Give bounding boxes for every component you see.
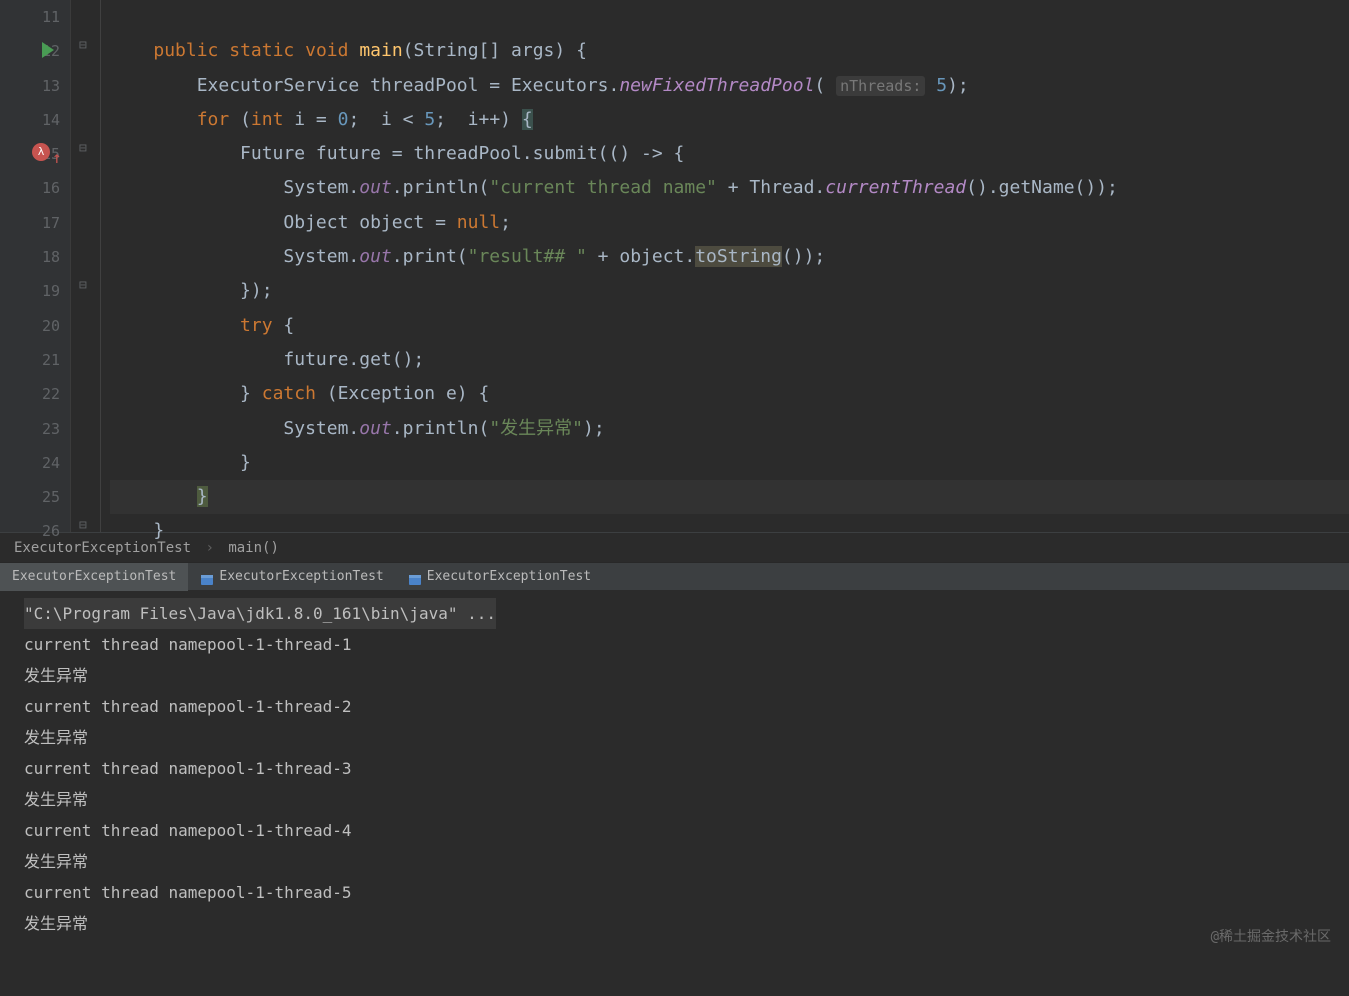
console-line[interactable]: current thread namepool-1-thread-3: [24, 753, 1335, 784]
application-icon: [200, 570, 214, 584]
code-line[interactable]: [110, 0, 1349, 34]
code-line[interactable]: System.out.println("发生异常");: [110, 412, 1349, 446]
code-line[interactable]: }: [110, 446, 1349, 480]
line-number[interactable]: 11: [0, 0, 60, 34]
console-line[interactable]: "C:\Program Files\Java\jdk1.8.0_161\bin\…: [24, 598, 496, 629]
fold-toggle-icon[interactable]: ⊟: [79, 141, 87, 156]
line-number[interactable]: 19: [0, 274, 60, 308]
run-tool-tabs: ExecutorExceptionTest ExecutorExceptionT…: [0, 562, 1349, 590]
line-number[interactable]: 17: [0, 206, 60, 240]
console-line[interactable]: current thread namepool-1-thread-5: [24, 877, 1335, 908]
run-icon[interactable]: [42, 42, 54, 58]
application-icon: [408, 570, 422, 584]
line-number[interactable]: 15λ↑: [0, 137, 60, 171]
fold-toggle-icon[interactable]: ⊟: [79, 518, 87, 533]
code-editor[interactable]: 11 12 13 14 15λ↑ 16 17 18 19 20 21 22 23…: [0, 0, 1349, 532]
code-line[interactable]: }: [110, 514, 1349, 548]
arrow-up-icon: ↑: [52, 141, 62, 175]
run-config-tab[interactable]: ExecutorExceptionTest: [188, 563, 395, 591]
console-line[interactable]: 发生异常: [24, 722, 1335, 753]
console-line[interactable]: current thread namepool-1-thread-2: [24, 691, 1335, 722]
line-number[interactable]: 14: [0, 103, 60, 137]
line-number[interactable]: 21: [0, 343, 60, 377]
run-config-tab[interactable]: ExecutorExceptionTest: [0, 563, 188, 591]
console-line[interactable]: current thread namepool-1-thread-1: [24, 629, 1335, 660]
run-config-tab[interactable]: ExecutorExceptionTest: [396, 563, 603, 591]
code-line[interactable]: for (int i = 0; i < 5; i++) {: [110, 103, 1349, 137]
line-gutter[interactable]: 11 12 13 14 15λ↑ 16 17 18 19 20 21 22 23…: [0, 0, 70, 532]
line-number[interactable]: 23: [0, 412, 60, 446]
console-output[interactable]: "C:\Program Files\Java\jdk1.8.0_161\bin\…: [0, 590, 1349, 996]
code-line[interactable]: System.out.print("result## " + object.to…: [110, 240, 1349, 274]
console-line[interactable]: 发生异常: [24, 660, 1335, 691]
code-line[interactable]: public static void main(String[] args) {: [110, 34, 1349, 68]
fold-toggle-icon[interactable]: ⊟: [79, 38, 87, 53]
param-hint: nThreads:: [836, 76, 925, 96]
line-number[interactable]: 13: [0, 69, 60, 103]
code-line[interactable]: Future future = threadPool.submit(() -> …: [110, 137, 1349, 171]
line-number[interactable]: 22: [0, 377, 60, 411]
console-line[interactable]: 发生异常: [24, 908, 1335, 939]
line-number[interactable]: 12: [0, 34, 60, 68]
code-line[interactable]: try {: [110, 309, 1349, 343]
line-number[interactable]: 26: [0, 514, 60, 548]
watermark: @稀土掘金技术社区: [1211, 926, 1331, 946]
fold-column[interactable]: ⊟ ⊟ ⊟ ⊟: [70, 0, 100, 532]
line-number[interactable]: 25: [0, 480, 60, 514]
indent-guide: [100, 0, 101, 532]
code-line[interactable]: System.out.println("current thread name"…: [110, 171, 1349, 205]
code-content[interactable]: public static void main(String[] args) {…: [100, 0, 1349, 532]
console-line[interactable]: 发生异常: [24, 784, 1335, 815]
code-line[interactable]: });: [110, 274, 1349, 308]
code-line[interactable]: ExecutorService threadPool = Executors.n…: [110, 69, 1349, 103]
line-number[interactable]: 24: [0, 446, 60, 480]
console-line[interactable]: current thread namepool-1-thread-4: [24, 815, 1335, 846]
code-line[interactable]: }: [110, 480, 1349, 514]
code-line[interactable]: Object object = null;: [110, 206, 1349, 240]
code-line[interactable]: future.get();: [110, 343, 1349, 377]
code-line[interactable]: } catch (Exception e) {: [110, 377, 1349, 411]
line-number[interactable]: 18: [0, 240, 60, 274]
fold-toggle-icon[interactable]: ⊟: [79, 278, 87, 293]
console-line[interactable]: 发生异常: [24, 846, 1335, 877]
line-number[interactable]: 16: [0, 171, 60, 205]
line-number[interactable]: 20: [0, 309, 60, 343]
